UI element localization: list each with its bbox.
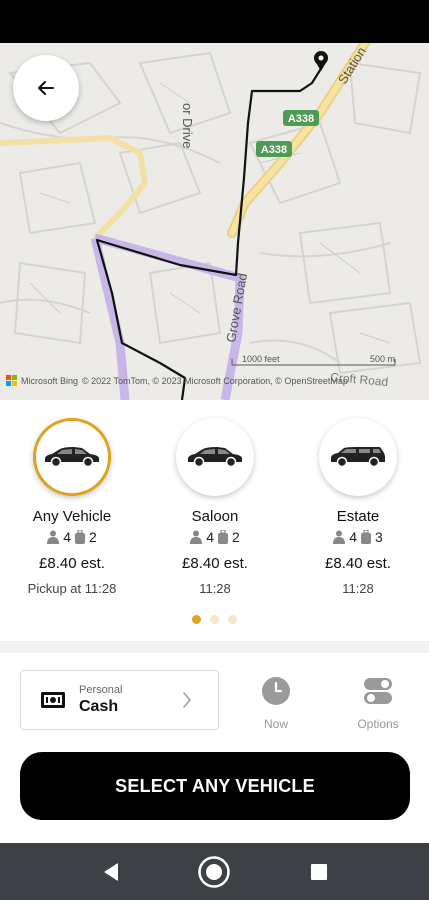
toggle-icon bbox=[364, 678, 392, 704]
svg-text:500 m: 500 m bbox=[370, 354, 395, 364]
page-dot-1[interactable] bbox=[192, 615, 201, 624]
vehicle-capacity: 4 2 bbox=[150, 529, 280, 545]
road-label-grove-road: Grove Road bbox=[223, 272, 250, 344]
vehicle-capacity: 4 2 bbox=[7, 529, 137, 545]
payment-texts: Personal Cash bbox=[79, 684, 122, 716]
options-button[interactable]: Options bbox=[348, 676, 408, 731]
luggage-count: 3 bbox=[375, 529, 383, 545]
nav-back-button[interactable] bbox=[94, 855, 128, 889]
time-label: Now bbox=[263, 717, 288, 731]
vehicle-name: Any Vehicle bbox=[32, 508, 112, 525]
vehicle-option-any[interactable]: Any Vehicle 4 2 £8.40 est. Pickup at 11:… bbox=[7, 418, 137, 596]
payment-method-selector[interactable]: Personal Cash bbox=[20, 670, 219, 730]
back-arrow-icon bbox=[38, 81, 54, 95]
road-shield-a338-lower: A338 bbox=[256, 141, 292, 157]
select-vehicle-button[interactable]: SELECT ANY VEHICLE bbox=[20, 752, 410, 820]
vehicle-option-estate[interactable]: Estate 4 3 £8.40 est. 11:28 bbox=[293, 418, 423, 596]
chevron-right-icon bbox=[182, 691, 192, 709]
person-icon bbox=[47, 530, 60, 544]
clock-icon bbox=[262, 677, 290, 705]
car-icon bbox=[45, 447, 99, 468]
back-button[interactable] bbox=[13, 55, 79, 121]
map-copyright: © 2022 TomTom, © 2023 Microsoft Corporat… bbox=[82, 375, 348, 386]
person-icon bbox=[333, 530, 346, 544]
luggage-icon bbox=[218, 530, 228, 544]
payment-type-label: Personal bbox=[79, 684, 123, 696]
vehicle-name: Saloon bbox=[191, 508, 239, 525]
vehicle-capacity: 4 3 bbox=[293, 529, 423, 545]
vehicle-icon-circle bbox=[319, 418, 397, 496]
vehicle-option-saloon[interactable]: Saloon 4 2 £8.40 est. 11:28 bbox=[150, 418, 280, 596]
vehicle-selector: Any Vehicle 4 2 £8.40 est. Pickup at 11:… bbox=[0, 400, 429, 640]
luggage-count: 2 bbox=[232, 529, 240, 545]
pagination-dots bbox=[0, 615, 429, 624]
microsoft-logo-icon bbox=[6, 375, 17, 386]
nav-home-icon bbox=[198, 856, 230, 888]
options-label: Options bbox=[357, 717, 399, 731]
destination-pin-icon bbox=[314, 51, 328, 71]
nav-recents-button[interactable] bbox=[302, 855, 336, 889]
map-attribution: Microsoft Bing © 2022 TomTom, © 2023 Mic… bbox=[6, 375, 348, 386]
bing-label: Microsoft Bing bbox=[21, 375, 79, 386]
luggage-icon bbox=[75, 530, 85, 544]
car-icon bbox=[331, 447, 385, 468]
map-scale-bar: 1000 feet 500 m bbox=[231, 354, 396, 366]
car-icon bbox=[188, 447, 242, 468]
vehicle-pickup-time: 11:28 bbox=[342, 581, 374, 596]
section-divider bbox=[0, 641, 429, 653]
nav-back-icon bbox=[104, 863, 118, 881]
svg-text:A338: A338 bbox=[261, 144, 287, 156]
person-icon bbox=[190, 530, 203, 544]
luggage-count: 2 bbox=[89, 529, 97, 545]
status-bar bbox=[0, 0, 429, 43]
nav-home-button[interactable] bbox=[197, 855, 231, 889]
road-shield-a338-upper: A338 bbox=[283, 110, 319, 126]
luggage-icon bbox=[361, 530, 371, 544]
nav-recents-icon bbox=[311, 864, 327, 880]
svg-text:1000 feet: 1000 feet bbox=[242, 354, 280, 364]
vehicle-price: £8.40 est. bbox=[182, 555, 248, 572]
payment-method-label: Cash bbox=[79, 698, 119, 715]
vehicle-name: Estate bbox=[336, 508, 380, 525]
vehicle-icon-circle bbox=[33, 418, 111, 496]
svg-text:A338: A338 bbox=[288, 113, 314, 125]
vehicle-price: £8.40 est. bbox=[39, 555, 105, 572]
vehicle-pickup-time: 11:28 bbox=[199, 581, 231, 596]
time-button[interactable]: Now bbox=[246, 676, 306, 731]
cash-icon bbox=[41, 692, 65, 708]
vehicle-icon-circle bbox=[176, 418, 254, 496]
vehicle-pickup-time: Pickup at 11:28 bbox=[27, 581, 117, 596]
passenger-count: 4 bbox=[63, 529, 71, 545]
passenger-count: 4 bbox=[349, 529, 357, 545]
vehicle-price: £8.40 est. bbox=[325, 555, 391, 572]
page-dot-2[interactable] bbox=[210, 615, 219, 624]
road-label-drive: or Drive bbox=[180, 103, 195, 149]
page-dot-3[interactable] bbox=[228, 615, 237, 624]
system-nav-bar bbox=[0, 843, 429, 900]
passenger-count: 4 bbox=[206, 529, 214, 545]
